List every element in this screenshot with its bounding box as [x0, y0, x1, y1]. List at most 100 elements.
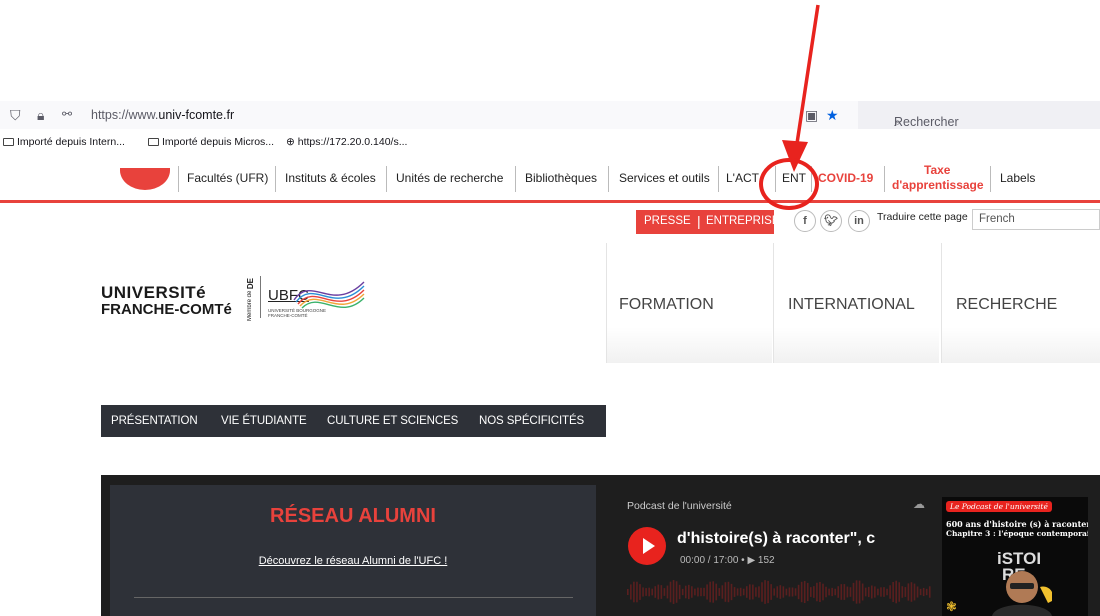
twitter-icon[interactable]: 🐦︎	[820, 210, 842, 232]
menu-formation-label: FORMATION	[619, 296, 714, 313]
nav-separator	[178, 166, 179, 192]
waveform-bar	[633, 581, 635, 603]
menu-recherche[interactable]: RECHERCHE	[941, 243, 1100, 363]
waveform-bar	[755, 587, 757, 597]
audio-waveform[interactable]	[627, 575, 933, 609]
nav-facultes[interactable]: Facultés (UFR)	[187, 171, 268, 185]
waveform-bar	[709, 581, 711, 603]
waveform-bar	[834, 588, 836, 596]
waveform-bar	[700, 587, 702, 597]
waveform-bar	[877, 588, 879, 596]
waveform-bar	[706, 584, 708, 600]
menu-recherche-label: RECHERCHE	[956, 296, 1058, 313]
nav-taxe[interactable]: Taxe	[924, 163, 950, 177]
waveform-bar	[843, 584, 846, 600]
bookmark-label: Importé depuis Micros...	[162, 136, 275, 148]
waveform-bar	[779, 585, 782, 599]
waveform-bar	[675, 581, 678, 603]
search-input[interactable]: ⌕ Rechercher	[858, 101, 1100, 129]
waveform-bar	[715, 583, 718, 601]
waveform-bar	[907, 583, 910, 601]
waveform-bar	[739, 587, 742, 597]
artwork-tag: Le Podcast de l'université	[946, 501, 1052, 512]
nav-separator	[884, 166, 885, 192]
waveform-bar	[840, 584, 843, 600]
podcast-title[interactable]: d'histoire(s) à raconter", c	[677, 530, 933, 548]
waveform-bar	[630, 584, 632, 600]
nav-instituts[interactable]: Instituts & écoles	[285, 171, 376, 185]
url-text[interactable]: https://www.univ-fcomte.fr	[91, 108, 234, 122]
facebook-icon[interactable]: f	[794, 210, 816, 232]
nav-separator	[515, 166, 516, 192]
shield-icon[interactable]: ⛉	[10, 107, 21, 124]
waveform-bar	[767, 580, 769, 604]
lock-icon[interactable]: 🔒︎	[37, 107, 44, 124]
waveform-bar	[648, 587, 650, 597]
soundcloud-icon[interactable]: ☁	[913, 497, 925, 511]
waveform-bar	[901, 586, 904, 598]
waveform-bar	[925, 588, 928, 596]
submenu-culture-sciences[interactable]: CULTURE ET SCIENCES	[327, 415, 458, 427]
waveform-bar	[874, 586, 876, 598]
podcast-artwork[interactable]: Le Podcast de l'université 600 ans d'his…	[942, 497, 1088, 616]
language-value: French	[979, 213, 1015, 225]
ubfc-waves-logo	[293, 281, 365, 309]
linkedin-icon[interactable]: in	[848, 210, 870, 232]
waveform-bar	[849, 587, 852, 597]
waveform-bar	[724, 582, 727, 602]
nav-apprentissage[interactable]: d'apprentissage	[892, 178, 984, 192]
nav-unites-recherche[interactable]: Unités de recherche	[396, 171, 503, 185]
waveform-bar	[627, 589, 629, 595]
waveform-bar	[758, 586, 760, 598]
submenu-specificites[interactable]: NOS SPÉCIFICITÉS	[479, 415, 584, 427]
waveform-bar	[880, 587, 882, 597]
menu-international[interactable]: INTERNATIONAL	[773, 243, 939, 363]
language-select[interactable]: French	[972, 209, 1100, 230]
waveform-bar	[672, 580, 675, 604]
university-name-line2[interactable]: FRANCHE-COMTé	[101, 301, 232, 318]
folder-icon	[3, 138, 14, 146]
presse-link[interactable]: PRESSE	[644, 215, 691, 227]
nav-labels[interactable]: Labels	[1000, 171, 1035, 185]
waveform-bar	[892, 582, 894, 602]
waveform-bar	[663, 588, 666, 596]
waveform-bar	[898, 582, 901, 602]
nav-separator	[990, 166, 991, 192]
annotation-circle	[759, 158, 819, 210]
waveform-bar	[688, 584, 690, 600]
waveform-bar	[883, 587, 885, 597]
waveform-bar	[712, 581, 714, 603]
accent-rule	[0, 200, 1100, 203]
bookmark-label: Importé depuis Intern...	[17, 136, 125, 148]
submenu-presentation[interactable]: PRÉSENTATION	[111, 415, 198, 427]
waveform-bar	[919, 588, 922, 596]
menu-formation[interactable]: FORMATION	[606, 243, 772, 363]
search-placeholder: Rechercher	[894, 115, 959, 129]
waveform-bar	[666, 585, 669, 599]
url-prefix: https://www.	[91, 108, 159, 122]
waveform-bar	[642, 587, 644, 597]
nav-services-outils[interactable]: Services et outils	[619, 171, 710, 185]
university-name-line1[interactable]: UNIVERSITé	[101, 283, 206, 303]
nav-separator	[386, 166, 387, 192]
play-button[interactable]	[628, 527, 666, 565]
waveform-bar	[813, 586, 815, 598]
waveform-bar	[736, 588, 739, 596]
permissions-icon[interactable]: ⚯	[62, 107, 72, 121]
alumni-link[interactable]: Découvrez le réseau Alumni de l'UFC !	[110, 555, 596, 567]
waveform-bar	[846, 586, 849, 598]
nav-bibliotheques[interactable]: Bibliothèques	[525, 171, 597, 185]
secondary-menu: PRÉSENTATION VIE ÉTUDIANTE CULTURE ET SC…	[101, 405, 606, 437]
submenu-vie-etudiante[interactable]: VIE ÉTUDIANTE	[221, 415, 307, 427]
waveform-bar	[773, 588, 775, 596]
waveform-bar	[910, 582, 913, 602]
waveform-bar	[703, 587, 705, 597]
nav-lact[interactable]: L'ACT	[726, 171, 759, 185]
nav-separator	[608, 166, 609, 192]
bookmark-item[interactable]: Importé depuis Micros...	[148, 136, 274, 148]
waveform-bar	[858, 580, 861, 604]
bookmark-item[interactable]: Importé depuis Intern...	[3, 136, 125, 148]
entreprise-link[interactable]: ENTREPRISE	[706, 215, 780, 227]
ubfc-subtitle: UNIVERSITÉ BOURGOGNE FRANCHE-COMTÉ	[268, 308, 327, 318]
bookmark-item[interactable]: ⊕ https://172.20.0.140/s...	[286, 136, 407, 148]
